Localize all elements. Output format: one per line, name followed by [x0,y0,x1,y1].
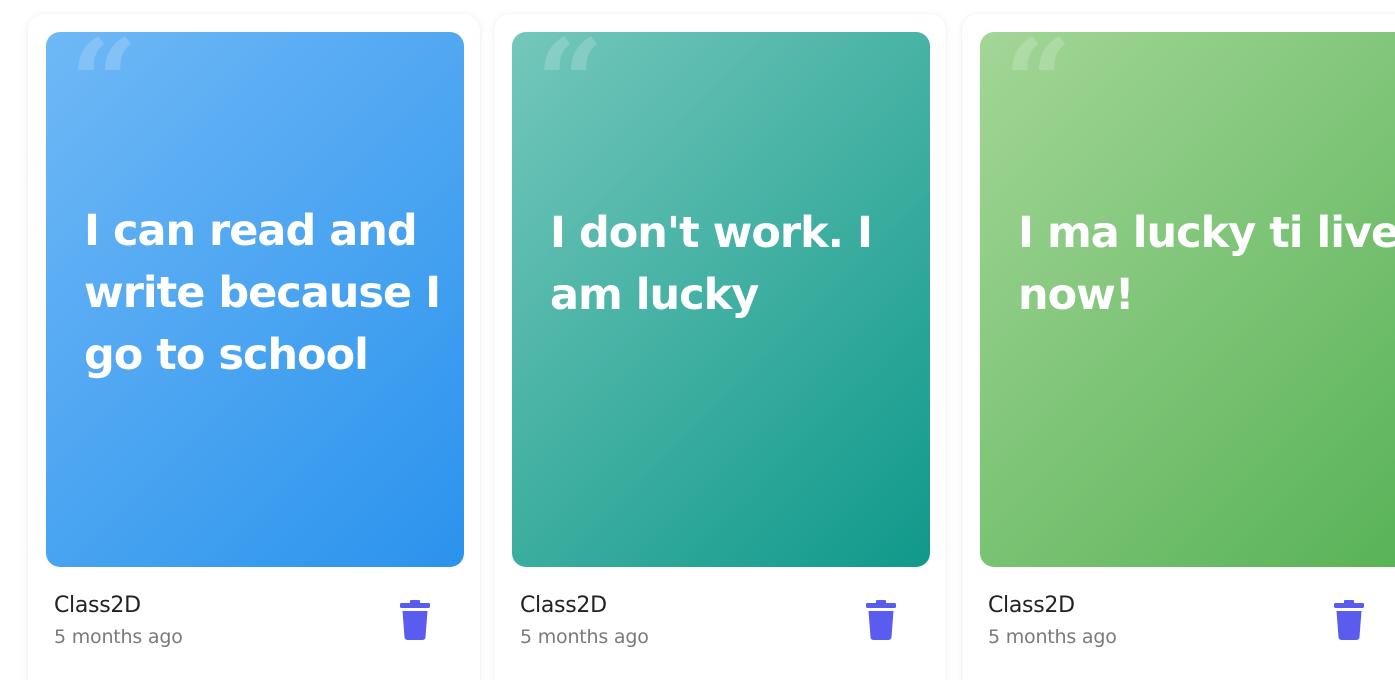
quote-panel[interactable]: “ I don't work. I am lucky [512,32,930,567]
delete-button[interactable] [1332,597,1366,643]
delete-button[interactable] [864,597,898,643]
post-time: 5 months ago [988,626,1117,648]
card-meta: Class2D 5 months ago [988,592,1117,654]
quote-panel[interactable]: “ I can read and write because I go to s… [46,32,464,567]
delete-button[interactable] [398,597,432,643]
quote-mark-icon: “ [536,32,604,152]
quote-panel[interactable]: “ I ma lucky ti live now! [980,32,1395,567]
quote-text: I can read and write because I go to sch… [84,205,441,380]
author-name: Class2D [988,593,1075,618]
author-name: Class2D [520,593,607,618]
card-meta: Class2D 5 months ago [54,592,183,654]
card-meta: Class2D 5 months ago [520,592,649,654]
trash-icon [1334,600,1364,640]
quote-board: “ I can read and write because I go to s… [0,0,1395,680]
author-name: Class2D [54,593,141,618]
post-time: 5 months ago [520,626,649,648]
quote-card: “ I ma lucky ti live now! Class2D 5 mont… [962,14,1395,680]
quote-card: “ I don't work. I am lucky Class2D 5 mon… [494,14,946,680]
trash-icon [400,600,430,640]
quote-mark-icon: “ [1004,32,1072,152]
quote-text: I don't work. I am lucky [550,207,873,320]
quote-text: I ma lucky ti live now! [1018,207,1395,320]
quote-mark-icon: “ [70,32,138,152]
trash-icon [866,600,896,640]
quote-card: “ I can read and write because I go to s… [28,14,480,680]
post-time: 5 months ago [54,626,183,648]
